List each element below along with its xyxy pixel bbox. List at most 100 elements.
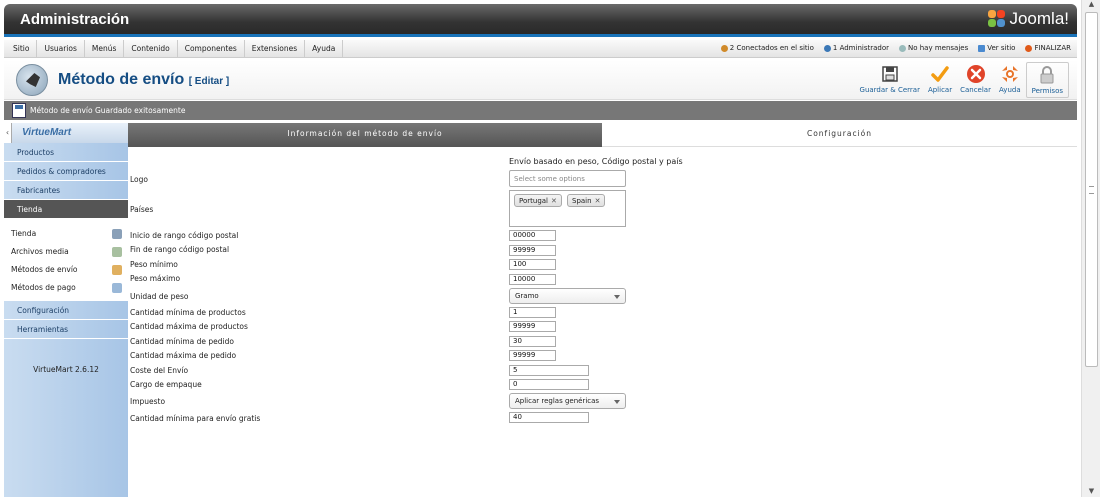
tab-configuracion[interactable]: Configuración [602, 123, 1077, 147]
menu-contenido[interactable]: Contenido [124, 40, 178, 58]
virtuemart-version: VirtueMart 2.6.12 [33, 365, 99, 374]
sidebar-item-tienda[interactable]: Tienda [4, 225, 128, 243]
sidebar-group-tienda[interactable]: Tienda [4, 200, 128, 219]
main-menu-bar: Sitio Usuarios Menús Contenido Component… [4, 40, 1077, 58]
scroll-grip-icon [1089, 186, 1094, 194]
tab-informacion-metodo-envio[interactable]: Información del método de envío [128, 123, 602, 147]
page-toolbar: Método de envío [ Editar ] Guardar & Cer… [4, 60, 1077, 100]
remove-chip-icon[interactable]: ✕ [595, 197, 601, 205]
admin-user-icon [823, 44, 831, 52]
weight-unit-label: Unidad de peso [130, 292, 189, 301]
weight-min-input[interactable]: 100 [509, 259, 556, 270]
admin-header: Administración Joomla! [4, 4, 1077, 37]
success-message-bar: Método de envío Guardado exitosamente [4, 101, 1077, 120]
zip-start-label: Inicio de rango código postal [130, 231, 239, 240]
view-site-link[interactable]: Ver sitio [978, 44, 1015, 52]
sidebar-group-fabricantes[interactable]: Fabricantes [4, 181, 128, 200]
virtuemart-sidebar: ‹ VirtueMart Productos Pedidos & comprad… [4, 123, 128, 497]
tax-label: Impuesto [130, 397, 166, 406]
free-shipping-label: Cantidad mínima para envío gratis [130, 414, 261, 423]
shipping-method-form: Envío basado en peso, Código postal y pa… [128, 150, 1077, 497]
lock-icon [1037, 65, 1057, 85]
zip-start-input[interactable]: 00000 [509, 230, 556, 241]
save-icon [880, 64, 900, 84]
products-max-label: Cantidad máxima de productos [130, 322, 248, 331]
chevron-down-icon [614, 295, 620, 299]
permissions-button[interactable]: Permisos [1025, 62, 1069, 98]
power-icon [1025, 44, 1033, 52]
joomla-brand: Joomla! [1009, 9, 1069, 28]
media-icon [112, 247, 122, 257]
cancel-button[interactable]: Cancelar [957, 64, 994, 98]
truck-icon [112, 265, 122, 275]
logout-link[interactable]: FINALIZAR [1025, 44, 1071, 52]
weight-min-label: Peso mínimo [130, 260, 178, 269]
collapse-sidebar-button[interactable]: ‹ [4, 123, 12, 143]
sidebar-item-metodos-envio[interactable]: Métodos de envío [4, 261, 128, 279]
virtuemart-logo: ‹ VirtueMart [4, 123, 128, 143]
menu-ayuda[interactable]: Ayuda [305, 40, 344, 58]
shipping-cost-label: Coste del Envío [130, 366, 189, 375]
countries-multiselect[interactable]: Portugal ✕ Spain ✕ [509, 190, 626, 227]
apply-button[interactable]: Aplicar [925, 64, 955, 98]
page-title: Método de envío [ Editar ] [58, 71, 230, 88]
menu-usuarios[interactable]: Usuarios [37, 40, 85, 58]
edit-tabs: Información del método de envío Configur… [128, 123, 1077, 147]
scroll-up-icon[interactable]: ▲ [1082, 0, 1100, 10]
zip-end-label: Fin de rango código postal [130, 245, 230, 254]
monitor-icon [978, 44, 986, 52]
edit-tag: [ Editar ] [188, 76, 230, 87]
joomla-icon [988, 10, 1006, 28]
tax-select[interactable]: Aplicar reglas genéricas [509, 393, 626, 409]
products-max-input[interactable]: 99999 [509, 321, 556, 332]
weight-max-input[interactable]: 10000 [509, 274, 556, 285]
plugin-heading: Envío basado en peso, Código postal y pa… [509, 157, 683, 166]
menu-extensiones[interactable]: Extensiones [245, 40, 306, 58]
save-icon [12, 103, 26, 118]
admin-title: Administración [20, 11, 130, 28]
sidebar-item-archivos-media[interactable]: Archivos media [4, 243, 128, 261]
logo-label: Logo [130, 175, 148, 184]
sidebar-item-metodos-pago[interactable]: Métodos de pago [4, 279, 128, 297]
joomla-logo: Joomla! [988, 9, 1069, 29]
order-max-input[interactable]: 99999 [509, 350, 556, 361]
products-min-input[interactable]: 1 [509, 307, 556, 318]
sidebar-submenu-tienda: Tienda Archivos media Métodos de envío M… [4, 219, 128, 301]
sidebar-group-configuracion[interactable]: Configuración [4, 301, 128, 320]
sidebar-group-herramientas[interactable]: Herramientas [4, 320, 128, 339]
weight-max-label: Peso máximo [130, 274, 181, 283]
messages-status[interactable]: No hay mensajes [899, 44, 968, 52]
lifebuoy-icon [1000, 64, 1020, 84]
package-fee-input[interactable]: 0 [509, 379, 589, 390]
country-chip-spain[interactable]: Spain ✕ [567, 194, 606, 207]
package-fee-label: Cargo de empaque [130, 380, 202, 389]
remove-chip-icon[interactable]: ✕ [551, 197, 557, 205]
sidebar-group-pedidos[interactable]: Pedidos & compradores [4, 162, 128, 181]
save-close-button[interactable]: Guardar & Cerrar [857, 64, 923, 98]
payment-icon [112, 283, 122, 293]
scroll-down-icon[interactable]: ▼ [1082, 487, 1100, 497]
cancel-icon [966, 64, 986, 84]
country-chip-portugal[interactable]: Portugal ✕ [514, 194, 562, 207]
menu-menus[interactable]: Menús [85, 40, 125, 58]
page-scrollbar[interactable]: ▲ ▼ [1081, 0, 1100, 497]
products-min-label: Cantidad mínima de productos [130, 308, 246, 317]
sidebar-group-productos[interactable]: Productos [4, 143, 128, 162]
zip-end-input[interactable]: 99999 [509, 245, 556, 256]
weight-unit-select[interactable]: Gramo [509, 288, 626, 304]
menu-componentes[interactable]: Componentes [178, 40, 245, 58]
shipping-cost-input[interactable]: 5 [509, 365, 589, 376]
check-icon [930, 64, 950, 84]
order-max-label: Cantidad máxima de pedido [130, 351, 237, 360]
logo-multiselect[interactable]: Select some options [509, 170, 626, 187]
online-users-status: 2 Conectados en el sitio [720, 44, 814, 52]
shipping-method-icon [16, 64, 48, 96]
help-button[interactable]: Ayuda [996, 64, 1024, 98]
admin-window: Administración Joomla! Sitio Usuarios Me… [0, 0, 1100, 497]
order-min-input[interactable]: 30 [509, 336, 556, 347]
free-shipping-input[interactable]: 40 [509, 412, 589, 423]
store-icon [112, 229, 122, 239]
order-min-label: Cantidad mínima de pedido [130, 337, 234, 346]
menu-sitio[interactable]: Sitio [6, 40, 38, 58]
users-icon [720, 44, 728, 52]
